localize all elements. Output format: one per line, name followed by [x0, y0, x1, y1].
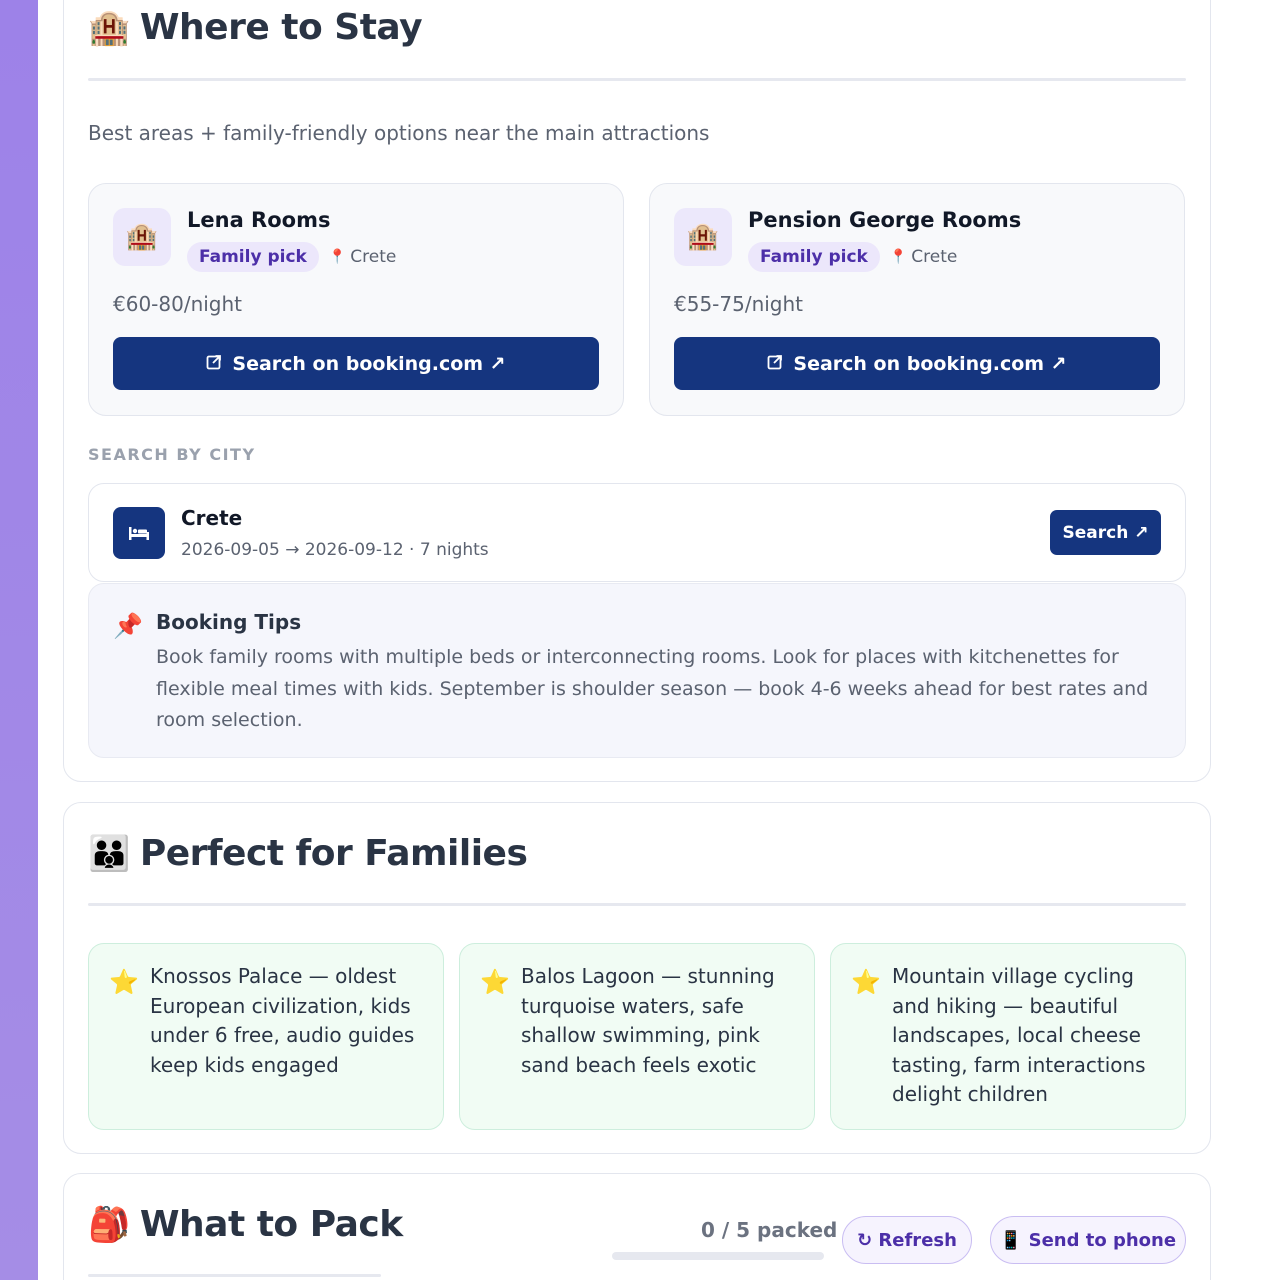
button-label: Search on booking.com ↗	[232, 352, 506, 375]
external-link-icon	[206, 354, 222, 374]
family-highlight-card: ⭐ Knossos Palace — oldest European civil…	[88, 943, 444, 1130]
button-label: Search on booking.com ↗	[793, 352, 1067, 375]
external-link-icon	[767, 354, 783, 374]
city-name: Crete	[181, 506, 243, 530]
hotel-icon: 🏨	[88, 7, 130, 48]
city-search-button[interactable]: Search ↗	[1050, 510, 1161, 555]
hotel-icon: 🏨	[113, 208, 171, 266]
location-text: Crete	[911, 247, 958, 267]
perfect-for-families-section: 👪 Perfect for Families ⭐ Knossos Palace …	[63, 802, 1211, 1154]
hotel-location: 📍 Crete	[890, 247, 958, 267]
title-divider	[88, 903, 1186, 906]
hotel-card-lena-rooms: 🏨 Lena Rooms Family pick 📍 Crete €60-80/…	[88, 183, 624, 416]
where-to-stay-section: 🏨 Where to Stay Best areas + family-frie…	[63, 0, 1211, 782]
backpack-icon: 🎒	[88, 1204, 130, 1245]
section-title-text: What to Pack	[139, 1204, 403, 1245]
packed-progress-bar	[612, 1252, 824, 1260]
bed-icon	[113, 507, 165, 559]
hotel-location: 📍 Crete	[329, 247, 397, 267]
star-icon: ⭐	[109, 968, 139, 996]
location-text: Crete	[350, 247, 397, 267]
hotel-price: €60-80/night	[113, 292, 243, 316]
family-highlight-text: Balos Lagoon — stunning turquoise waters…	[521, 964, 775, 1077]
pack-heading: 🎒 What to Pack	[88, 1204, 403, 1245]
family-pick-badge: Family pick	[187, 242, 319, 272]
hotel-badges: Family pick 📍 Crete	[187, 242, 396, 272]
map-pin-icon: 📍	[889, 249, 908, 265]
family-pick-badge: Family pick	[748, 242, 880, 272]
family-highlight-text: Knossos Palace — oldest European civiliz…	[150, 964, 415, 1077]
city-search-row: Crete 2026-09-05 → 2026-09-12 · 7 nights…	[88, 483, 1186, 582]
booking-tips-box: 📌 Booking Tips Book family rooms with mu…	[88, 583, 1186, 758]
star-icon: ⭐	[480, 968, 510, 996]
where-to-stay-heading: 🏨 Where to Stay	[88, 7, 423, 48]
hotel-price: €55-75/night	[674, 292, 804, 316]
booking-tips-title: Booking Tips	[156, 610, 302, 634]
family-icon: 👪	[88, 833, 130, 874]
send-to-phone-button[interactable]: 📱 Send to phone	[990, 1216, 1186, 1264]
search-by-city-label: SEARCH BY CITY	[88, 445, 256, 464]
hotel-icon: 🏨	[674, 208, 732, 266]
hotel-name: Pension George Rooms	[748, 208, 1022, 232]
booking-tips-body: Book family rooms with multiple beds or …	[156, 646, 1149, 731]
family-highlight-text: Mountain village cycling and hiking — be…	[892, 964, 1146, 1107]
city-dates: 2026-09-05 → 2026-09-12 · 7 nights	[181, 540, 489, 560]
title-divider	[88, 78, 1186, 81]
search-booking-button[interactable]: Search on booking.com ↗	[113, 337, 599, 390]
family-highlight-card: ⭐ Mountain village cycling and hiking — …	[830, 943, 1186, 1130]
what-to-pack-section: 🎒 What to Pack 0 / 5 packed ↻ Refresh 📱 …	[63, 1173, 1211, 1280]
hotel-badges: Family pick 📍 Crete	[748, 242, 957, 272]
refresh-button[interactable]: ↻ Refresh	[842, 1216, 972, 1264]
family-highlight-card: ⭐ Balos Lagoon — stunning turquoise wate…	[459, 943, 815, 1130]
star-icon: ⭐	[851, 968, 881, 996]
packed-count: 0 / 5 packed	[701, 1218, 838, 1242]
pushpin-icon: 📌	[113, 612, 143, 640]
map-pin-icon: 📍	[328, 249, 347, 265]
title-divider	[88, 1274, 381, 1277]
hotel-card-pension-george-rooms: 🏨 Pension George Rooms Family pick 📍 Cre…	[649, 183, 1185, 416]
search-booking-button[interactable]: Search on booking.com ↗	[674, 337, 1160, 390]
left-accent-rail	[0, 0, 38, 1280]
section-title-text: Perfect for Families	[139, 833, 528, 874]
section-subtitle: Best areas + family-friendly options nea…	[88, 121, 710, 145]
families-heading: 👪 Perfect for Families	[88, 833, 528, 874]
section-title-text: Where to Stay	[139, 7, 423, 48]
hotel-name: Lena Rooms	[187, 208, 331, 232]
